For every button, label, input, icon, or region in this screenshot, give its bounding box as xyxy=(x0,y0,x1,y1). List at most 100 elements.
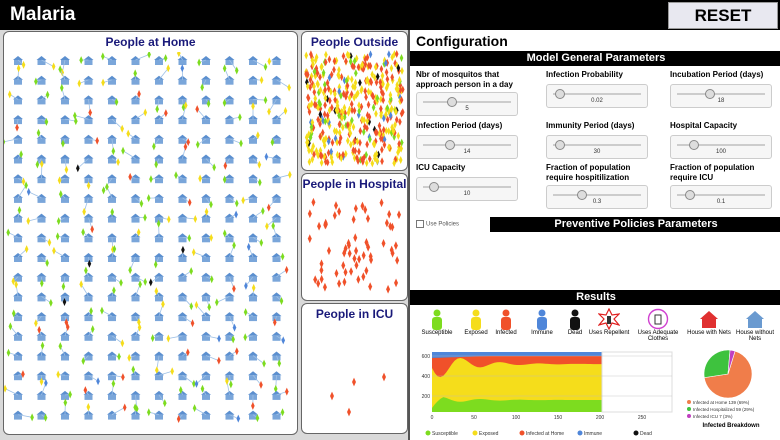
person-marker xyxy=(244,281,248,290)
slider-value: 0.3 xyxy=(592,199,602,205)
person-marker xyxy=(350,75,354,84)
house-icon xyxy=(130,272,141,282)
legend-2: Infected xyxy=(489,308,523,336)
person-marker xyxy=(6,348,11,357)
outside-simulation-canvas xyxy=(304,50,405,168)
house-icon xyxy=(224,253,235,262)
house-icon xyxy=(201,134,211,144)
house-icon xyxy=(83,272,94,282)
house-icon xyxy=(271,154,282,164)
param-slider[interactable]: 14 xyxy=(416,135,518,159)
person-marker xyxy=(101,52,105,61)
person-marker xyxy=(4,384,7,393)
person-marker xyxy=(217,334,221,343)
person-marker xyxy=(234,210,238,219)
people-outside-panel: People Outside xyxy=(301,31,408,171)
person-marker xyxy=(319,274,324,284)
house-icon xyxy=(271,174,282,184)
house-icon xyxy=(201,253,211,262)
person-marker xyxy=(322,110,327,119)
person-marker xyxy=(358,138,362,147)
use-policies-checkbox[interactable]: Use Policies xyxy=(416,220,459,228)
param-slider[interactable]: 5 xyxy=(416,92,518,116)
person-path xyxy=(158,68,169,80)
house-icon xyxy=(130,154,141,164)
results-section: Results Susceptible Exposed Infected Immune… xyxy=(410,290,780,440)
person-marker xyxy=(374,109,378,118)
param-slider[interactable]: 0.1 xyxy=(670,185,772,209)
person-marker xyxy=(55,232,60,241)
person-marker xyxy=(380,157,384,166)
legend-label: Immune xyxy=(531,330,553,336)
person-marker xyxy=(120,339,125,348)
param-label: Infection Probability xyxy=(546,70,623,79)
person-marker xyxy=(354,69,358,78)
home-simulation-canvas xyxy=(4,52,292,424)
person-marker xyxy=(127,353,131,362)
param-slider[interactable]: 10 xyxy=(416,177,518,201)
person-marker xyxy=(243,333,248,342)
person-marker xyxy=(326,148,331,157)
person-marker xyxy=(56,370,60,379)
person-marker xyxy=(24,181,28,190)
param-slider[interactable]: 30 xyxy=(546,135,648,159)
person-marker xyxy=(366,100,371,109)
clothes-icon xyxy=(647,308,669,330)
param-slider[interactable]: 100 xyxy=(670,135,772,159)
series-legend-item: Dead xyxy=(633,430,652,437)
house-icon xyxy=(177,193,188,203)
person-marker xyxy=(322,282,327,292)
house-icon xyxy=(248,233,258,243)
person-marker xyxy=(101,186,106,195)
person-marker xyxy=(187,198,192,207)
person-marker xyxy=(382,372,386,382)
person-marker xyxy=(284,265,289,274)
person-marker xyxy=(266,203,271,212)
person-marker xyxy=(57,176,62,185)
person-marker xyxy=(146,194,151,203)
checkbox-box[interactable] xyxy=(416,220,424,228)
house-icon xyxy=(248,174,258,184)
param-slider[interactable]: 0.3 xyxy=(546,185,648,209)
param-slider[interactable]: 18 xyxy=(670,84,772,108)
person-marker xyxy=(349,100,354,109)
person-marker xyxy=(180,64,185,73)
person-marker xyxy=(167,215,171,224)
slider-value: 0.1 xyxy=(716,199,726,205)
person-marker xyxy=(319,158,324,167)
top-bar: Malaria RESET xyxy=(0,0,780,30)
person-marker xyxy=(304,51,309,60)
person-marker xyxy=(187,234,192,243)
house-icon xyxy=(201,312,211,322)
legend-0: Susceptible xyxy=(420,308,454,336)
house-icon xyxy=(60,253,70,262)
house-icon xyxy=(224,193,235,203)
house-icon xyxy=(36,56,47,65)
series-legend-item: Infected at Home xyxy=(519,430,564,437)
reset-button[interactable]: RESET xyxy=(668,2,778,29)
people-in-hospital-panel: People in Hospital xyxy=(301,173,408,301)
house-icon xyxy=(83,75,94,85)
house-icon xyxy=(224,134,235,144)
person-marker xyxy=(119,278,123,287)
person-marker xyxy=(163,54,168,63)
person-marker xyxy=(344,57,348,66)
person-marker xyxy=(193,214,198,223)
person-marker xyxy=(394,50,399,59)
person-marker xyxy=(317,221,322,231)
person-marker xyxy=(323,101,327,110)
person-marker xyxy=(380,71,385,80)
house-icon xyxy=(83,371,94,381)
person-marker xyxy=(353,233,358,243)
legend-1: Exposed xyxy=(459,308,493,336)
person-icon xyxy=(501,309,511,330)
house-icon xyxy=(36,331,47,341)
person-path xyxy=(252,210,264,218)
person-path xyxy=(194,407,207,415)
person-marker xyxy=(116,158,120,167)
legend-7: House with Nets xyxy=(686,308,732,336)
param-slider[interactable]: 0.02 xyxy=(546,84,648,108)
person-marker xyxy=(207,303,212,312)
house-icon xyxy=(130,371,141,381)
person-path xyxy=(196,108,207,120)
